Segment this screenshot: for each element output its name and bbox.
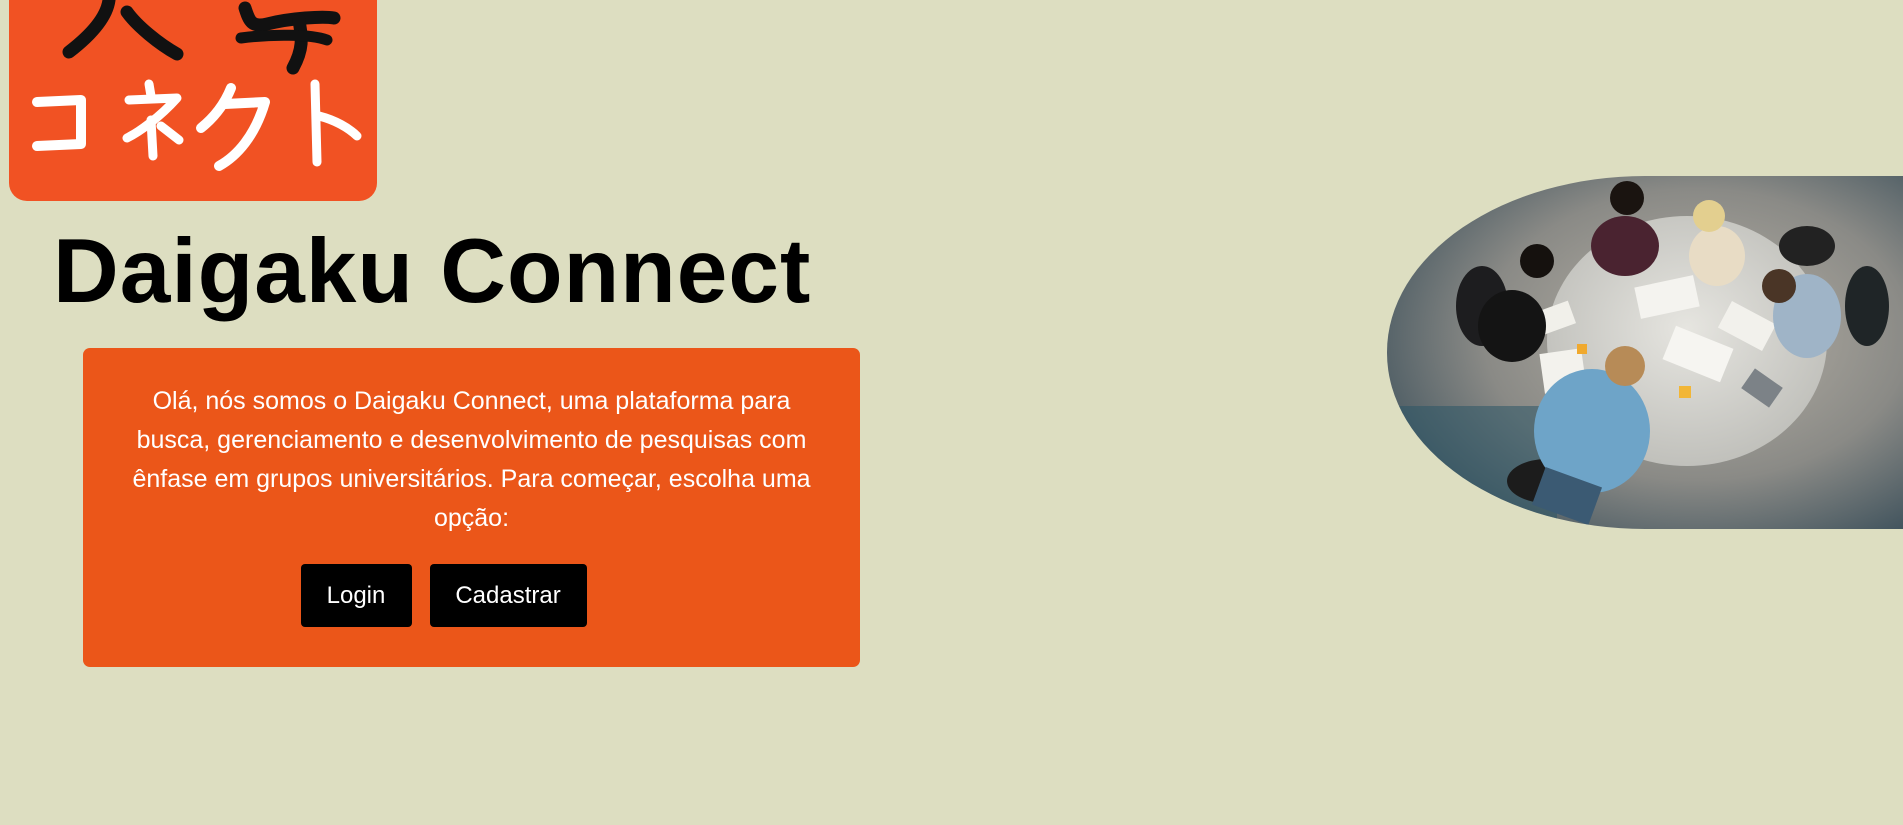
page-title: Daigaku Connect <box>53 221 812 322</box>
intro-card: Olá, nós somos o Daigaku Connect, uma pl… <box>83 348 860 667</box>
login-button[interactable]: Login <box>300 564 412 627</box>
students-studying-photo <box>1387 176 1903 529</box>
action-buttons: Login Cadastrar <box>83 564 860 627</box>
logo <box>9 0 377 201</box>
hero-image <box>1387 176 1903 529</box>
intro-text: Olá, nós somos o Daigaku Connect, uma pl… <box>132 387 811 532</box>
register-button[interactable]: Cadastrar <box>429 564 587 627</box>
logo-glyphs <box>32 0 362 171</box>
